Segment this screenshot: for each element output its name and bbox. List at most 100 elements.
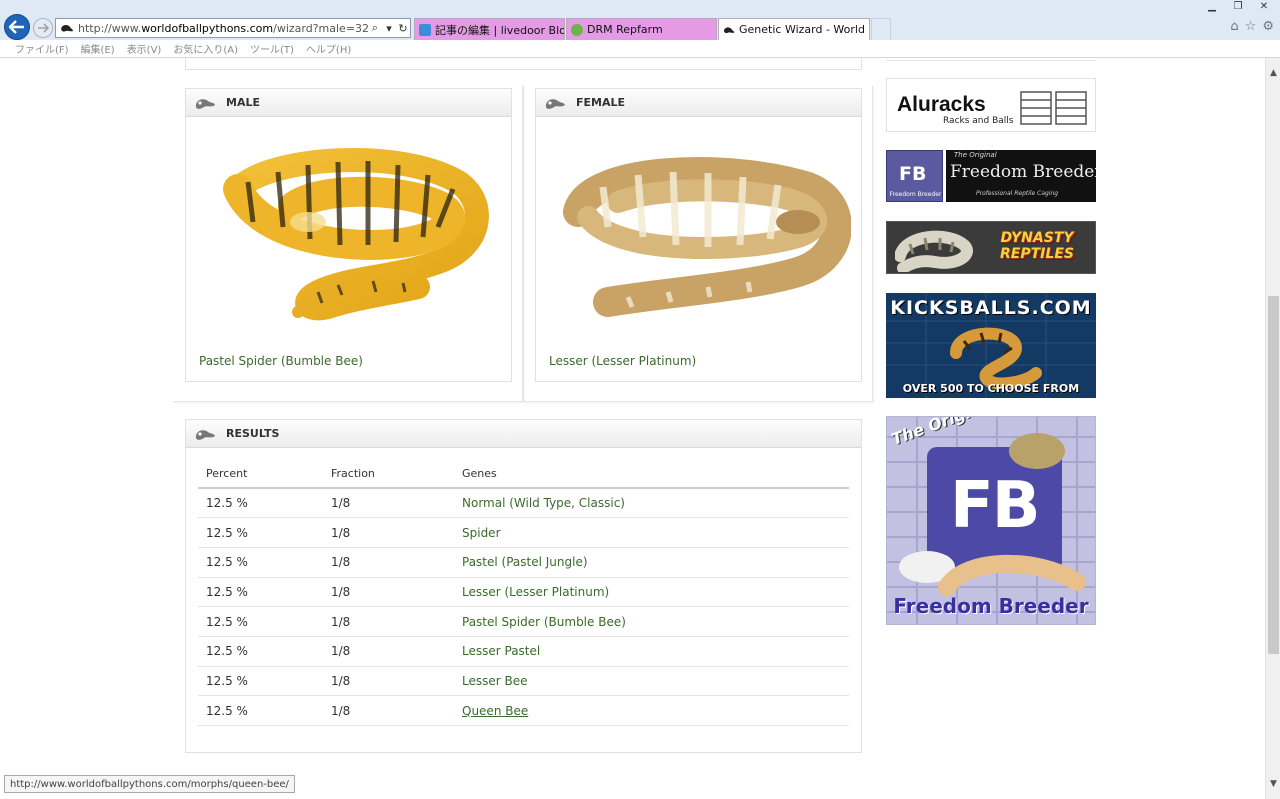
gear-icon[interactable]: ⚙ <box>1262 19 1274 34</box>
results-header-row: Percent Fraction Genes <box>198 460 849 489</box>
male-snake-image <box>198 127 499 381</box>
male-panel: MALE Pastel Spider (Bumble Bee) <box>185 88 512 382</box>
menu-favorites[interactable]: お気に入り(A) <box>173 41 238 56</box>
previous-ad-bottom <box>886 58 1096 61</box>
kicksballs-brand: KICKSBALLS.COM <box>890 297 1092 319</box>
male-panel-title: MALE <box>226 96 260 109</box>
male-panel-header: MALE <box>186 89 511 117</box>
results-panel-header: RESULTS <box>186 420 861 448</box>
close-window-icon[interactable]: ✕ <box>1254 0 1274 12</box>
male-morph-link[interactable]: Pastel Spider (Bumble Bee) <box>199 354 363 368</box>
scroll-up-icon[interactable]: ▲ <box>1266 68 1280 78</box>
results-panel: RESULTS Percent Fraction Genes 12.5 % 1/… <box>185 419 862 753</box>
fb-large-brand: Freedom Breeder <box>893 594 1089 618</box>
repfarm-favicon-icon <box>571 23 583 36</box>
favorites-star-icon[interactable]: ☆ <box>1245 19 1257 34</box>
table-row: 12.5 % 1/8 Lesser Pastel <box>198 636 849 667</box>
female-panel-header: FEMALE <box>536 89 861 117</box>
gene-link[interactable]: Spider <box>454 517 849 548</box>
percent-cell: 12.5 % <box>198 636 323 667</box>
gene-link[interactable]: Normal (Wild Type, Classic) <box>454 488 849 519</box>
fb-logo: FB <box>899 163 927 185</box>
column-header-percent: Percent <box>198 460 323 489</box>
female-snake-image <box>548 127 852 381</box>
dynasty-reptiles-ad[interactable]: DYNASTY REPTILES <box>886 221 1096 274</box>
fraction-cell: 1/8 <box>323 695 454 726</box>
gene-link[interactable]: Lesser (Lesser Platinum) <box>454 577 849 608</box>
freedom-breeder-large-ad[interactable]: FB The Original Freedom Breeder <box>886 416 1096 625</box>
toolbar-right-icons: ⌂ ☆ ⚙ <box>1230 19 1274 34</box>
percent-cell: 12.5 % <box>198 606 323 637</box>
fraction-cell: 1/8 <box>323 606 454 637</box>
forward-arrow-icon <box>38 23 49 33</box>
back-button[interactable] <box>4 14 30 40</box>
search-icon[interactable]: ⌕ <box>368 21 382 35</box>
table-row: 12.5 % 1/8 Queen Bee <box>198 695 849 726</box>
fb-large-logo: FB <box>950 469 1040 543</box>
tab-label: 記事の編集 | livedoor Blog <box>435 23 565 37</box>
snake-icon <box>195 98 215 109</box>
table-row: 12.5 % 1/8 Normal (Wild Type, Classic) <box>198 488 849 519</box>
fb-logo-box: FB Freedom Breeder <box>886 150 943 202</box>
livedoor-favicon-icon <box>419 23 431 36</box>
menu-tools[interactable]: ツール(T) <box>250 41 294 56</box>
gene-link[interactable]: Queen Bee <box>454 695 849 726</box>
refresh-icon[interactable]: ↻ <box>396 22 410 35</box>
dynasty-brand: DYNASTY REPTILES <box>1000 230 1074 262</box>
fraction-cell: 1/8 <box>323 517 454 548</box>
home-icon[interactable]: ⌂ <box>1230 19 1238 34</box>
kicksballs-tagline: OVER 500 TO CHOOSE FROM <box>902 382 1080 395</box>
table-row: 12.5 % 1/8 Pastel (Pastel Jungle) <box>198 547 849 578</box>
vertical-scrollbar[interactable]: ▲ ▼ <box>1265 58 1280 799</box>
gene-link[interactable]: Pastel (Pastel Jungle) <box>454 547 849 578</box>
tab-genetic-wizard[interactable]: Genetic Wizard - World ... ✕ <box>718 18 870 40</box>
fb-brand-text: Freedom Breeder <box>950 162 1096 182</box>
menu-help[interactable]: ヘルプ(H) <box>306 41 351 56</box>
site-favicon-icon <box>723 26 735 33</box>
menu-edit[interactable]: 編集(E) <box>81 41 115 56</box>
new-tab-button[interactable] <box>871 18 891 40</box>
previous-panel-bottom <box>185 58 862 70</box>
gene-link[interactable]: Pastel Spider (Bumble Bee) <box>454 606 849 637</box>
gene-link[interactable]: Lesser Pastel <box>454 636 849 667</box>
scroll-thumb[interactable] <box>1268 296 1279 654</box>
fraction-cell: 1/8 <box>323 547 454 578</box>
results-panel-title: RESULTS <box>226 427 280 440</box>
window-controls: ▁ ❐ ✕ <box>1202 0 1274 12</box>
snake-icon <box>545 98 565 109</box>
rack-icon <box>1020 91 1087 125</box>
site-favicon-icon <box>61 24 73 32</box>
table-row: 12.5 % 1/8 Lesser (Lesser Platinum) <box>198 577 849 608</box>
female-morph-link[interactable]: Lesser (Lesser Platinum) <box>549 354 696 368</box>
scroll-down-icon[interactable]: ▼ <box>1266 779 1280 789</box>
freedom-breeder-small-ad[interactable]: FB Freedom Breeder The Original Freedom … <box>886 150 1096 202</box>
percent-cell: 12.5 % <box>198 547 323 578</box>
menu-file[interactable]: ファイル(F) <box>15 41 69 56</box>
address-bar[interactable]: http://www.worldofballpythons.com/wizard… <box>55 18 411 38</box>
forward-button[interactable] <box>33 18 53 38</box>
tab-label: DRM Repfarm <box>587 23 663 36</box>
percent-cell: 12.5 % <box>198 695 323 726</box>
minimize-icon[interactable]: ▁ <box>1202 0 1222 12</box>
female-panel: FEMALE Lesser (Lesser Platinum) <box>535 88 862 382</box>
female-panel-title: FEMALE <box>576 96 626 109</box>
table-row: 12.5 % 1/8 Pastel Spider (Bumble Bee) <box>198 606 849 637</box>
fb-over-text: The Original <box>954 151 997 159</box>
gene-link[interactable]: Lesser Bee <box>454 666 849 697</box>
restore-icon[interactable]: ❐ <box>1228 0 1248 12</box>
dropdown-icon[interactable]: ▾ <box>382 22 396 35</box>
tab-drm-repfarm[interactable]: DRM Repfarm <box>566 18 717 40</box>
fraction-cell: 1/8 <box>323 666 454 697</box>
tab-livedoor-blog[interactable]: 記事の編集 | livedoor Blog <box>414 18 565 40</box>
browser-chrome: http://www.worldofballpythons.com/wizard… <box>0 0 1280 58</box>
percent-cell: 12.5 % <box>198 517 323 548</box>
aluracks-brand: Aluracks <box>897 93 986 116</box>
address-url: http://www.worldofballpythons.com/wizard… <box>78 21 368 35</box>
tab-label: Genetic Wizard - World ... <box>739 23 870 36</box>
menu-view[interactable]: 表示(V) <box>127 41 162 56</box>
menu-bar: ファイル(F) 編集(E) 表示(V) お気に入り(A) ツール(T) ヘルプ(… <box>0 40 1280 57</box>
kicksballs-ad[interactable]: KICKSBALLS.COM OVER 500 TO CHOOSE FROM <box>886 293 1096 398</box>
percent-cell: 12.5 % <box>198 488 323 519</box>
aluracks-ad[interactable]: Aluracks Racks and Balls <box>886 78 1096 132</box>
percent-cell: 12.5 % <box>198 666 323 697</box>
